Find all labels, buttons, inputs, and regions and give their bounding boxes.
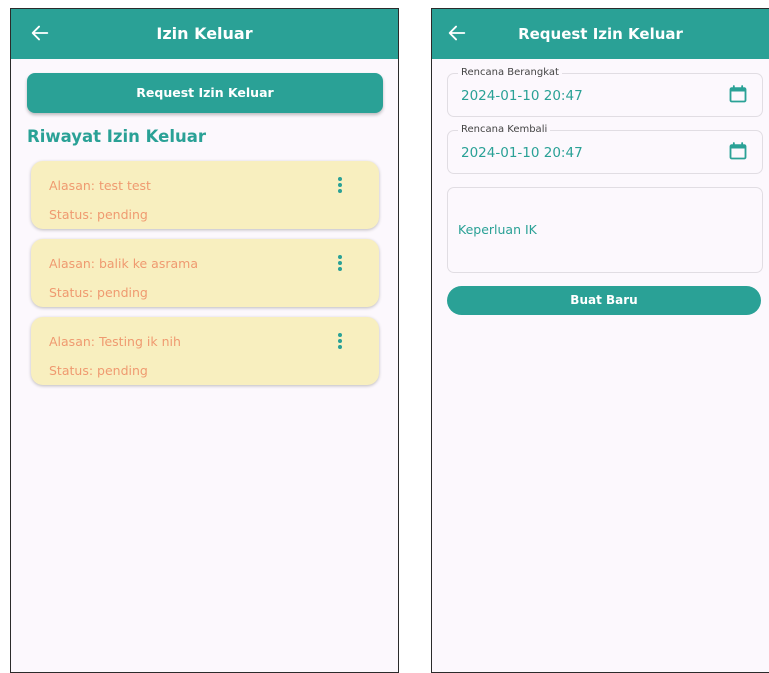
page-title: Request Izin Keluar — [518, 25, 683, 43]
keperluan-input[interactable]: Keperluan IK — [447, 187, 763, 273]
item-alasan: Alasan: balik ke asrama — [49, 256, 198, 271]
field-value: 2024-01-10 20:47 — [461, 145, 583, 161]
field-label: Rencana Kembali — [458, 124, 551, 135]
item-alasan: Alasan: test test — [49, 178, 151, 193]
more-vert-icon[interactable] — [335, 177, 345, 197]
calendar-icon[interactable] — [728, 141, 748, 161]
rencana-kembali-field[interactable]: Rencana Kembali 2024-01-10 20:47 — [447, 124, 763, 174]
buat-baru-button[interactable]: Buat Baru — [447, 286, 761, 315]
field-label: Rencana Berangkat — [458, 67, 562, 78]
section-title: Riwayat Izin Keluar — [27, 127, 207, 146]
item-status: Status: pending — [49, 207, 148, 222]
item-status: Status: pending — [49, 285, 148, 300]
calendar-icon[interactable] — [728, 84, 748, 104]
more-vert-icon[interactable] — [335, 333, 345, 353]
app-bar: Request Izin Keluar — [432, 9, 769, 59]
izin-keluar-screen: Izin Keluar Request Izin Keluar Riwayat … — [10, 8, 399, 673]
item-status: Status: pending — [49, 363, 148, 378]
more-vert-icon[interactable] — [335, 255, 345, 275]
request-izin-keluar-screen: Request Izin Keluar Rencana Berangkat 20… — [431, 8, 769, 673]
keperluan-placeholder: Keperluan IK — [458, 222, 537, 237]
page-title: Izin Keluar — [156, 24, 253, 43]
list-item[interactable]: Alasan: balik ke asrama Status: pending — [31, 239, 379, 307]
app-bar: Izin Keluar — [11, 9, 398, 59]
request-izin-keluar-button[interactable]: Request Izin Keluar — [27, 73, 383, 113]
rencana-berangkat-field[interactable]: Rencana Berangkat 2024-01-10 20:47 — [447, 67, 763, 117]
item-alasan: Alasan: Testing ik nih — [49, 334, 181, 349]
field-value: 2024-01-10 20:47 — [461, 88, 583, 104]
list-item[interactable]: Alasan: Testing ik nih Status: pending — [31, 317, 379, 385]
list-item[interactable]: Alasan: test test Status: pending — [31, 161, 379, 229]
